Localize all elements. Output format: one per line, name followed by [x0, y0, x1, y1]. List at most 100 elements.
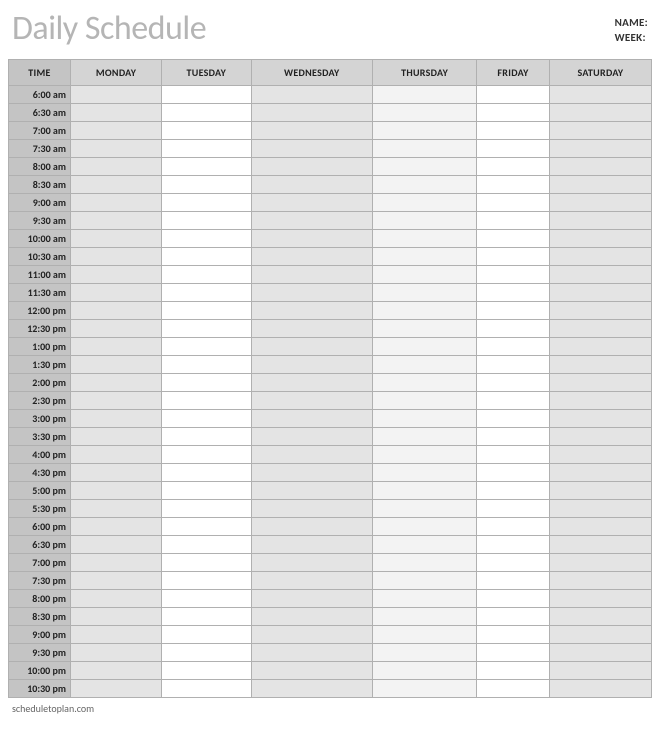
- schedule-cell[interactable]: [162, 392, 251, 410]
- schedule-cell[interactable]: [477, 518, 550, 536]
- schedule-cell[interactable]: [251, 464, 372, 482]
- schedule-cell[interactable]: [477, 590, 550, 608]
- schedule-cell[interactable]: [162, 338, 251, 356]
- schedule-cell[interactable]: [71, 482, 162, 500]
- schedule-cell[interactable]: [251, 644, 372, 662]
- schedule-cell[interactable]: [251, 446, 372, 464]
- schedule-cell[interactable]: [162, 374, 251, 392]
- schedule-cell[interactable]: [251, 302, 372, 320]
- schedule-cell[interactable]: [549, 608, 651, 626]
- schedule-cell[interactable]: [71, 104, 162, 122]
- schedule-cell[interactable]: [372, 140, 476, 158]
- schedule-cell[interactable]: [71, 662, 162, 680]
- schedule-cell[interactable]: [372, 338, 476, 356]
- schedule-cell[interactable]: [71, 572, 162, 590]
- schedule-cell[interactable]: [71, 320, 162, 338]
- schedule-cell[interactable]: [71, 428, 162, 446]
- schedule-cell[interactable]: [549, 428, 651, 446]
- schedule-cell[interactable]: [251, 572, 372, 590]
- schedule-cell[interactable]: [372, 356, 476, 374]
- schedule-cell[interactable]: [71, 626, 162, 644]
- schedule-cell[interactable]: [372, 266, 476, 284]
- schedule-cell[interactable]: [372, 194, 476, 212]
- schedule-cell[interactable]: [251, 86, 372, 104]
- schedule-cell[interactable]: [477, 266, 550, 284]
- schedule-cell[interactable]: [251, 626, 372, 644]
- schedule-cell[interactable]: [549, 302, 651, 320]
- schedule-cell[interactable]: [71, 248, 162, 266]
- schedule-cell[interactable]: [372, 536, 476, 554]
- schedule-cell[interactable]: [71, 230, 162, 248]
- schedule-cell[interactable]: [251, 212, 372, 230]
- schedule-cell[interactable]: [162, 608, 251, 626]
- schedule-cell[interactable]: [71, 176, 162, 194]
- schedule-cell[interactable]: [162, 140, 251, 158]
- schedule-cell[interactable]: [372, 284, 476, 302]
- schedule-cell[interactable]: [549, 680, 651, 698]
- schedule-cell[interactable]: [372, 662, 476, 680]
- schedule-cell[interactable]: [162, 536, 251, 554]
- schedule-cell[interactable]: [251, 374, 372, 392]
- schedule-cell[interactable]: [549, 122, 651, 140]
- schedule-cell[interactable]: [372, 572, 476, 590]
- schedule-cell[interactable]: [162, 104, 251, 122]
- schedule-cell[interactable]: [372, 644, 476, 662]
- schedule-cell[interactable]: [162, 158, 251, 176]
- schedule-cell[interactable]: [162, 302, 251, 320]
- schedule-cell[interactable]: [372, 176, 476, 194]
- schedule-cell[interactable]: [251, 608, 372, 626]
- schedule-cell[interactable]: [162, 680, 251, 698]
- schedule-cell[interactable]: [549, 176, 651, 194]
- schedule-cell[interactable]: [162, 410, 251, 428]
- schedule-cell[interactable]: [251, 266, 372, 284]
- schedule-cell[interactable]: [372, 500, 476, 518]
- schedule-cell[interactable]: [477, 500, 550, 518]
- schedule-cell[interactable]: [477, 302, 550, 320]
- schedule-cell[interactable]: [71, 500, 162, 518]
- schedule-cell[interactable]: [71, 284, 162, 302]
- schedule-cell[interactable]: [477, 428, 550, 446]
- schedule-cell[interactable]: [549, 140, 651, 158]
- schedule-cell[interactable]: [549, 464, 651, 482]
- schedule-cell[interactable]: [162, 446, 251, 464]
- schedule-cell[interactable]: [549, 410, 651, 428]
- schedule-cell[interactable]: [251, 428, 372, 446]
- schedule-cell[interactable]: [372, 302, 476, 320]
- schedule-cell[interactable]: [71, 464, 162, 482]
- schedule-cell[interactable]: [162, 320, 251, 338]
- schedule-cell[interactable]: [372, 212, 476, 230]
- schedule-cell[interactable]: [71, 554, 162, 572]
- schedule-cell[interactable]: [71, 86, 162, 104]
- schedule-cell[interactable]: [372, 104, 476, 122]
- schedule-cell[interactable]: [162, 482, 251, 500]
- schedule-cell[interactable]: [549, 248, 651, 266]
- schedule-cell[interactable]: [251, 140, 372, 158]
- schedule-cell[interactable]: [477, 338, 550, 356]
- schedule-cell[interactable]: [372, 554, 476, 572]
- schedule-cell[interactable]: [549, 626, 651, 644]
- schedule-cell[interactable]: [162, 266, 251, 284]
- schedule-cell[interactable]: [251, 410, 372, 428]
- schedule-cell[interactable]: [477, 680, 550, 698]
- schedule-cell[interactable]: [162, 122, 251, 140]
- schedule-cell[interactable]: [549, 590, 651, 608]
- schedule-cell[interactable]: [477, 212, 550, 230]
- schedule-cell[interactable]: [477, 572, 550, 590]
- schedule-cell[interactable]: [372, 518, 476, 536]
- schedule-cell[interactable]: [372, 230, 476, 248]
- schedule-cell[interactable]: [251, 338, 372, 356]
- schedule-cell[interactable]: [162, 464, 251, 482]
- schedule-cell[interactable]: [71, 608, 162, 626]
- schedule-cell[interactable]: [71, 374, 162, 392]
- schedule-cell[interactable]: [549, 104, 651, 122]
- schedule-cell[interactable]: [251, 554, 372, 572]
- schedule-cell[interactable]: [251, 284, 372, 302]
- schedule-cell[interactable]: [251, 662, 372, 680]
- schedule-cell[interactable]: [71, 266, 162, 284]
- schedule-cell[interactable]: [477, 320, 550, 338]
- schedule-cell[interactable]: [549, 338, 651, 356]
- schedule-cell[interactable]: [372, 482, 476, 500]
- schedule-cell[interactable]: [477, 536, 550, 554]
- schedule-cell[interactable]: [71, 410, 162, 428]
- schedule-cell[interactable]: [549, 356, 651, 374]
